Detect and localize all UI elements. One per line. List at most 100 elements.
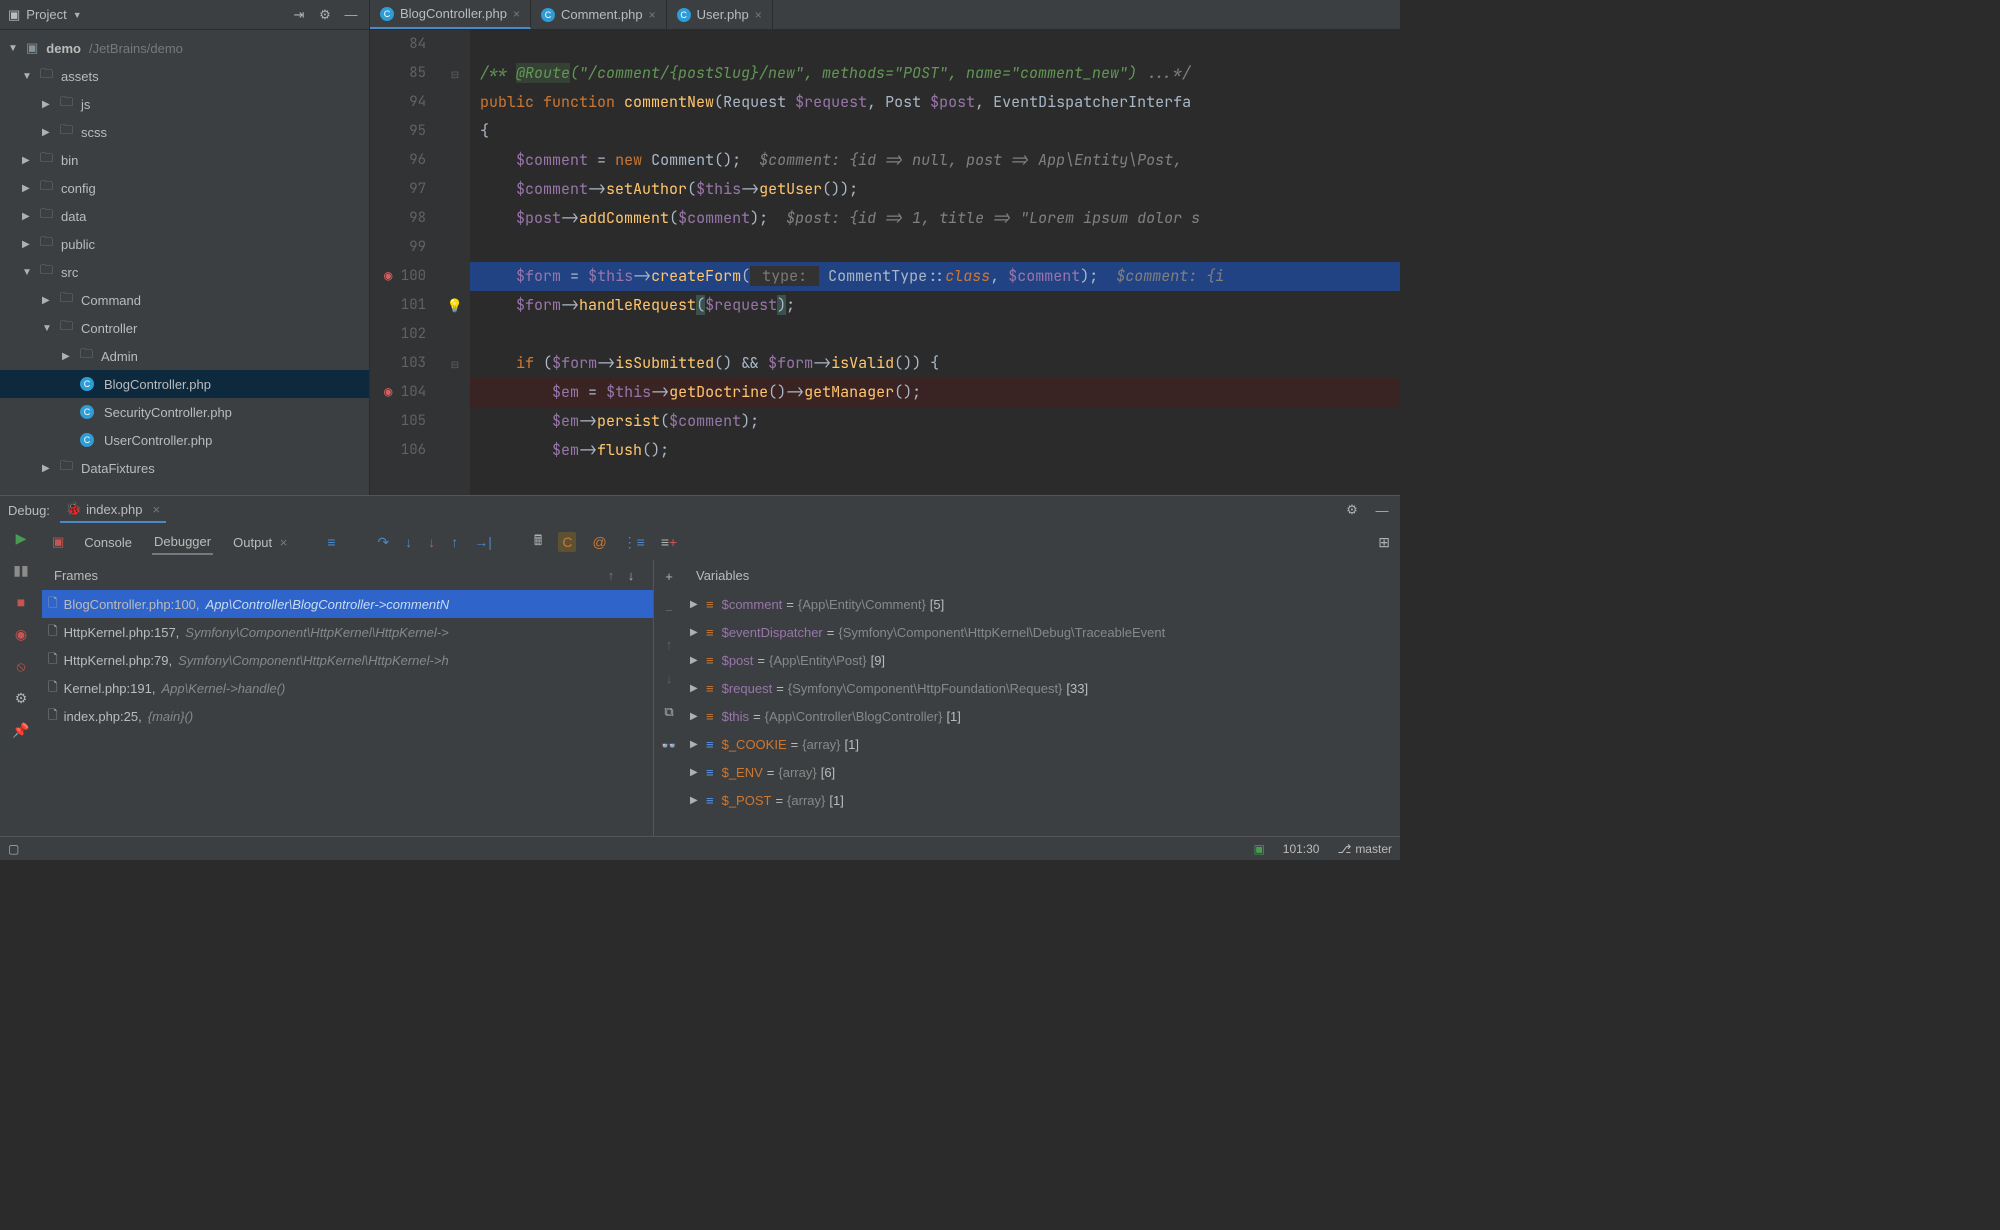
code-line-101[interactable]: $form->handleRequest($request); xyxy=(470,291,1400,320)
tree-item-securitycontroller-php[interactable]: CSecurityController.php xyxy=(0,398,369,426)
code-line-95[interactable]: { xyxy=(470,117,1400,146)
editor-tab-user-php[interactable]: CUser.php× xyxy=(667,0,773,29)
code-line-84[interactable] xyxy=(470,30,1400,59)
layout-icon[interactable]: ⊞ xyxy=(1378,534,1390,551)
tree-item-assets[interactable]: ▼🗀assets xyxy=(0,62,369,90)
debugger-tab[interactable]: Debugger xyxy=(152,530,213,555)
remove-watch-icon[interactable]: − xyxy=(659,600,679,620)
tree-item-controller[interactable]: ▼🗀Controller xyxy=(0,314,369,342)
hide-icon[interactable]: — xyxy=(341,5,361,25)
copy-icon[interactable]: ⧉ xyxy=(659,702,679,722)
close-tab-icon[interactable]: × xyxy=(649,8,656,22)
pause-button[interactable]: ▮▮ xyxy=(11,560,31,580)
stack-frame[interactable]: 🗋HttpKernel.php:157, Symfony\Component\H… xyxy=(42,618,653,646)
stack-frame[interactable]: 🗋BlogController.php:100, App\Controller\… xyxy=(42,590,653,618)
variable-row[interactable]: ▶≡$request = {Symfony\Component\HttpFoun… xyxy=(684,674,1400,702)
run-to-cursor-icon[interactable]: →| xyxy=(474,534,492,550)
at-icon[interactable]: @ xyxy=(592,534,606,550)
close-output-icon[interactable]: × xyxy=(280,535,288,550)
debug-header: Debug: 🐞 index.php × ⚙ — xyxy=(0,496,1400,524)
code-line-94[interactable]: public function commentNew(Request $requ… xyxy=(470,88,1400,117)
close-session-icon[interactable]: × xyxy=(153,502,161,517)
next-frame-icon[interactable]: ↓ xyxy=(621,565,641,585)
cursor-position[interactable]: 101:30 xyxy=(1283,842,1320,856)
code-line-102[interactable] xyxy=(470,320,1400,349)
code-line-105[interactable]: $em->persist($comment); xyxy=(470,407,1400,436)
tree-item-bin[interactable]: ▶🗀bin xyxy=(0,146,369,174)
step-out-icon[interactable]: ↑ xyxy=(451,534,458,550)
resume-button[interactable]: ▶ xyxy=(11,528,31,548)
gutter-icons[interactable]: ⊟💡⊟ xyxy=(440,30,470,495)
console-tab[interactable]: Console xyxy=(82,531,134,554)
debug-session-tab[interactable]: 🐞 index.php × xyxy=(60,497,166,523)
code-line-96[interactable]: $comment = new Comment(); $comment: {id … xyxy=(470,146,1400,175)
add-watch-icon[interactable]: ≡+ xyxy=(661,534,677,550)
editor-tab-blogcontroller-php[interactable]: CBlogController.php× xyxy=(370,0,531,29)
tree-item-src[interactable]: ▼🗀src xyxy=(0,258,369,286)
tool-windows-icon[interactable]: ▢ xyxy=(8,842,19,856)
editor-tab-comment-php[interactable]: CComment.php× xyxy=(531,0,667,29)
folder-icon: 🗀 xyxy=(60,289,73,311)
glasses-icon[interactable]: 👓 xyxy=(659,736,679,756)
down-icon[interactable]: ↓ xyxy=(659,668,679,688)
variable-row[interactable]: ▶≡$_POST = {array} [1] xyxy=(684,786,1400,814)
tree-item-usercontroller-php[interactable]: CUserController.php xyxy=(0,426,369,454)
step-over-icon[interactable]: ↷ xyxy=(378,534,390,551)
tree-item-scss[interactable]: ▶🗀scss xyxy=(0,118,369,146)
list-icon[interactable]: ⋮≡ xyxy=(623,534,645,551)
view-breakpoints-button[interactable]: ◉ xyxy=(11,624,31,644)
scroll-to-source-icon[interactable]: ⇥ xyxy=(289,5,309,25)
project-tree[interactable]: ▼ ▣ demo /JetBrains/demo ▼🗀assets▶🗀js▶🗀s… xyxy=(0,30,369,495)
dropdown-icon[interactable]: ▼ xyxy=(73,10,82,20)
code-line-100[interactable]: $form = $this->createForm( type: Comment… xyxy=(470,262,1400,291)
pin-button[interactable]: 📌 xyxy=(11,720,31,740)
gear-icon[interactable]: ⚙ xyxy=(1342,500,1362,520)
close-tab-icon[interactable]: × xyxy=(755,8,762,22)
code-line-85[interactable]: /** @Route("/comment/{postSlug}/new", me… xyxy=(470,59,1400,88)
git-branch[interactable]: ⎇ master xyxy=(1337,842,1392,856)
stack-frame[interactable]: 🗋index.php:25, {main}() xyxy=(42,702,653,730)
php-icon[interactable]: C xyxy=(558,532,576,552)
variable-row[interactable]: ▶≡$_ENV = {array} [6] xyxy=(684,758,1400,786)
tree-item-data[interactable]: ▶🗀data xyxy=(0,202,369,230)
close-tab-icon[interactable]: × xyxy=(513,7,520,21)
tree-root[interactable]: ▼ ▣ demo /JetBrains/demo xyxy=(0,34,369,62)
code-editor[interactable]: 8485949596979899◉ 100101102103◉ 10410510… xyxy=(370,30,1400,495)
code-line-97[interactable]: $comment->setAuthor($this->getUser()); xyxy=(470,175,1400,204)
settings-button[interactable]: ⚙ xyxy=(11,688,31,708)
line-number-gutter[interactable]: 8485949596979899◉ 100101102103◉ 10410510… xyxy=(370,30,440,495)
variable-row[interactable]: ▶≡$post = {App\Entity\Post} [9] xyxy=(684,646,1400,674)
mute-breakpoints-button[interactable]: ⦸ xyxy=(11,656,31,676)
code-line-98[interactable]: $post->addComment($comment); $post: {id … xyxy=(470,204,1400,233)
output-tab[interactable]: Output × xyxy=(231,531,289,554)
gear-icon[interactable]: ⚙ xyxy=(315,5,335,25)
code-line-104[interactable]: $em = $this->getDoctrine()->getManager()… xyxy=(470,378,1400,407)
prev-frame-icon[interactable]: ↑ xyxy=(601,565,621,585)
tree-item-datafixtures[interactable]: ▶🗀DataFixtures xyxy=(0,454,369,482)
tree-item-admin[interactable]: ▶🗀Admin xyxy=(0,342,369,370)
project-view-label[interactable]: Project xyxy=(26,7,66,22)
tree-item-command[interactable]: ▶🗀Command xyxy=(0,286,369,314)
variable-row[interactable]: ▶≡$this = {App\Controller\BlogController… xyxy=(684,702,1400,730)
event-log-icon[interactable]: ▣ xyxy=(1253,842,1264,856)
variable-row[interactable]: ▶≡$eventDispatcher = {Symfony\Component\… xyxy=(684,618,1400,646)
code-line-103[interactable]: if ($form->isSubmitted() && $form->isVal… xyxy=(470,349,1400,378)
up-icon[interactable]: ↑ xyxy=(659,634,679,654)
variable-row[interactable]: ▶≡$_COOKIE = {array} [1] xyxy=(684,730,1400,758)
tree-item-js[interactable]: ▶🗀js xyxy=(0,90,369,118)
stack-frame[interactable]: 🗋HttpKernel.php:79, Symfony\Component\Ht… xyxy=(42,646,653,674)
force-step-into-icon[interactable]: ↓ xyxy=(428,534,435,550)
evaluate-expression-icon[interactable]: 🖩 xyxy=(534,530,542,554)
tree-item-blogcontroller-php[interactable]: CBlogController.php xyxy=(0,370,369,398)
code-line-106[interactable]: $em->flush(); xyxy=(470,436,1400,465)
step-into-icon[interactable]: ↓ xyxy=(405,534,412,550)
stack-frame[interactable]: 🗋Kernel.php:191, App\Kernel->handle() xyxy=(42,674,653,702)
tree-item-public[interactable]: ▶🗀public xyxy=(0,230,369,258)
variable-row[interactable]: ▶≡$comment = {App\Entity\Comment} [5] xyxy=(684,590,1400,618)
show-execution-point-icon[interactable]: ≡ xyxy=(327,534,335,550)
hide-icon[interactable]: — xyxy=(1372,500,1392,520)
add-watch-icon[interactable]: + xyxy=(659,566,679,586)
code-line-99[interactable] xyxy=(470,233,1400,262)
stop-button[interactable]: ■ xyxy=(11,592,31,612)
tree-item-config[interactable]: ▶🗀config xyxy=(0,174,369,202)
